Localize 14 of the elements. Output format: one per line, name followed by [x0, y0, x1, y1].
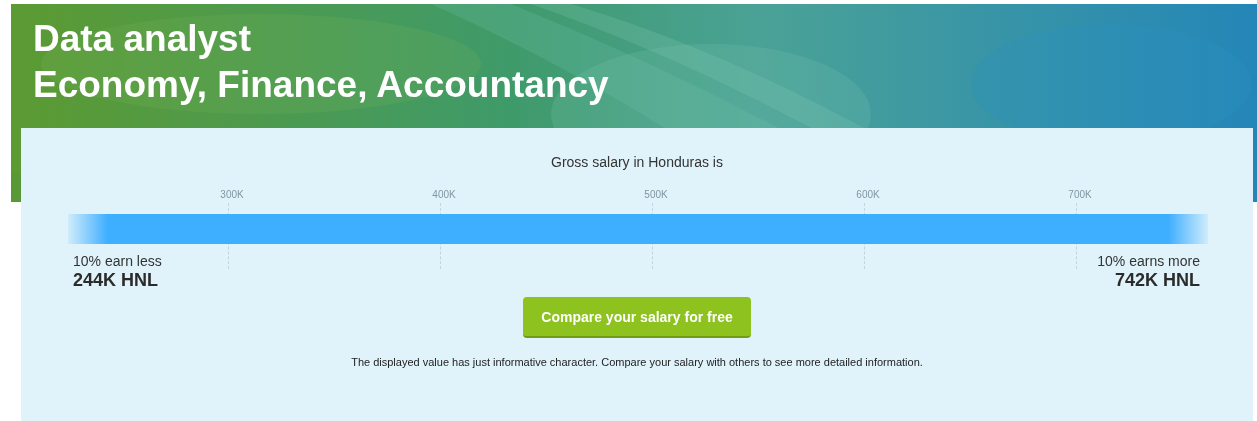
tick-label: 500K	[643, 189, 668, 201]
tick-label: 300K	[219, 189, 244, 201]
disclaimer-text: The displayed value has just informative character. Compare your salary with others to see more detailed information.	[351, 355, 923, 369]
high-salary: 742K HNL	[1114, 270, 1200, 290]
tick-label: 600K	[855, 189, 880, 201]
compare-salary-button[interactable]: Compare your salary for free	[523, 297, 751, 338]
high-caption: 10% earns more	[1097, 252, 1200, 270]
tick-label: 700K	[1067, 189, 1092, 201]
low-caption: 10% earn less	[73, 252, 162, 270]
low-salary: 244K HNL	[73, 270, 159, 290]
tick-label: 400K	[431, 189, 456, 201]
page-title: Data analyst	[33, 17, 251, 61]
salary-heading: Gross salary in Honduras is	[551, 153, 723, 171]
page-subtitle: Economy, Finance, Accountancy	[33, 63, 609, 107]
